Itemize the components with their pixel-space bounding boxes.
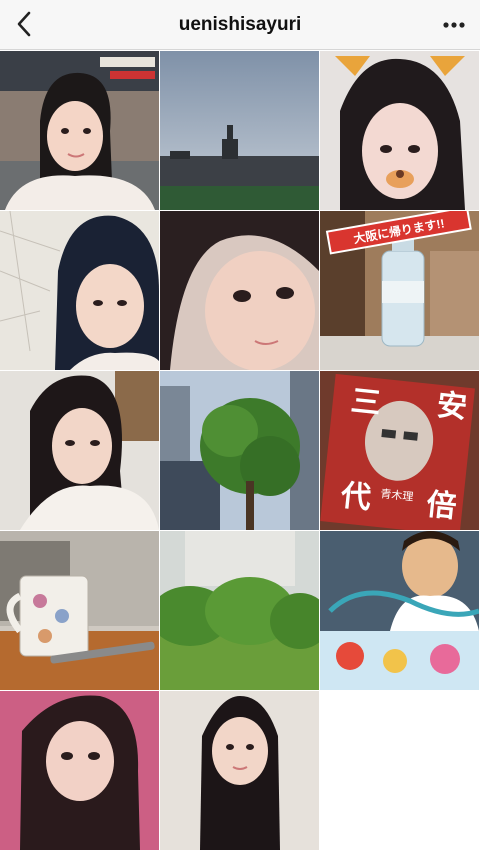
manga-image <box>320 531 479 690</box>
post-thumbnail[interactable] <box>320 531 479 690</box>
mug-desk-image <box>0 531 159 690</box>
profile-username-title: uenishisayuri <box>178 14 302 35</box>
stadium-sky-image <box>160 51 319 210</box>
office-selfie-image <box>0 371 159 530</box>
empty-grid-slot <box>320 691 479 850</box>
portrait-image <box>160 691 319 850</box>
more-options-button[interactable] <box>442 15 466 35</box>
post-thumbnail[interactable] <box>160 691 319 850</box>
post-thumbnail[interactable]: 三 安 代 倍 青木理 <box>320 371 479 530</box>
post-thumbnail[interactable] <box>0 371 159 530</box>
garden-image <box>160 531 319 690</box>
post-thumbnail[interactable] <box>320 51 479 210</box>
post-thumbnail[interactable] <box>160 51 319 210</box>
top-nav-bar: uenishisayuri <box>0 0 480 50</box>
cat-filter-selfie-image <box>320 51 479 210</box>
post-thumbnail[interactable] <box>0 211 159 370</box>
stadium-selfie-image <box>0 51 159 210</box>
photo-grid: 大阪に帰ります!! 三 安 代 倍 青木理 <box>0 51 480 850</box>
book-title-char-3: 代 <box>338 478 372 516</box>
water-bottle-image: 大阪に帰ります!! <box>320 211 479 370</box>
post-thumbnail[interactable] <box>0 691 159 850</box>
book-title-char-1: 三 <box>349 384 382 422</box>
map-selfie-image <box>0 211 159 370</box>
post-thumbnail[interactable]: 大阪に帰ります!! <box>320 211 479 370</box>
post-thumbnail[interactable] <box>0 51 159 210</box>
selfie-image <box>0 691 159 850</box>
book-cover-image: 三 安 代 倍 青木理 <box>320 371 479 530</box>
closeup-selfie-image <box>160 211 319 370</box>
book-title-char-2: 安 <box>435 388 468 426</box>
post-thumbnail[interactable] <box>160 211 319 370</box>
post-thumbnail[interactable] <box>0 531 159 690</box>
book-title-char-4: 倍 <box>425 487 458 525</box>
post-thumbnail[interactable] <box>160 371 319 530</box>
more-horizontal-icon <box>443 22 465 28</box>
tree-building-image <box>160 371 319 530</box>
post-thumbnail[interactable] <box>160 531 319 690</box>
